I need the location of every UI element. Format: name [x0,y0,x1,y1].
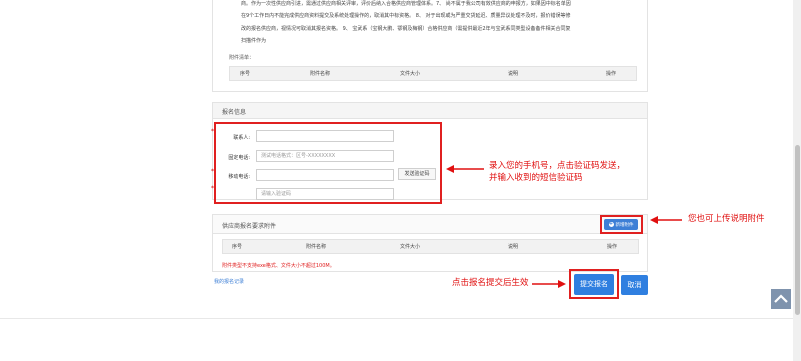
supplier-annotation: 您也可上传说明附件 [688,214,765,224]
submit-annotation: 点击报名提交后生效 [452,278,529,288]
arrow-left-icon [650,216,682,224]
notice-attachment-table-header: 序号 附件名称 文件大小 说明 操作 [229,66,637,81]
add-attachment-label: 新增附件 [615,222,634,228]
registration-annotation-line2: 并输入收到的短信验证码 [489,173,583,183]
registration-annotation-line1: 录入您的手机号，点击验证码发送， [489,161,626,171]
col-index: 序号 [231,244,242,250]
arrow-right-icon [532,280,566,288]
contact-label: 联系人: [233,135,250,141]
scrollbar-thumb[interactable] [795,145,800,315]
send-code-button[interactable]: 发送验证码 [398,168,436,180]
col-name: 附件名称 [309,71,330,77]
col-action: 操作 [606,244,617,250]
col-index: 序号 [239,71,250,77]
verification-code-input[interactable]: 请输入验证码 [256,188,394,200]
col-size: 文件大小 [399,244,420,250]
col-name: 附件名称 [305,244,326,250]
arrow-left-icon [446,165,484,173]
notice-text: 商。作为一次性供应商引进，需通过供应商相关评审，评价后纳入合格供应商管理体系。7… [241,1,571,45]
add-attachment-button[interactable]: + 新增附件 [604,219,638,230]
supplier-attachment-table-header: 序号 附件名称 文件大小 说明 操作 [222,239,639,254]
plus-icon: + [608,221,614,227]
attachment-warning: 附件类型不支持exe格式、文件大小不超过100M。 [222,263,335,269]
back-to-top-button[interactable] [771,289,791,309]
cancel-button[interactable]: 取消 [621,275,648,295]
phone-label: 固定电话: [228,155,250,161]
page-divider [0,318,793,319]
supplier-title-bar: 供应商报名要求附件 [213,215,647,234]
phone-input[interactable]: 测试电话格式：区号-XXXXXXXX [256,150,394,162]
mobile-input[interactable] [256,169,394,181]
my-registration-records-link[interactable]: 我的报名记录 [214,278,244,285]
col-size: 文件大小 [399,71,420,77]
col-desc: 说明 [507,71,518,77]
contact-input[interactable] [256,130,394,142]
mobile-label: 移动电话: [228,174,250,180]
submit-registration-button[interactable]: 提交报名 [574,274,614,295]
supplier-title: 供应商报名要求附件 [222,223,277,230]
col-action: 操作 [605,71,616,77]
attachment-list-label: 附件清单： [229,55,255,61]
required-mark: * [211,185,214,192]
registration-title-bar: 报名信息 [213,103,647,119]
registration-title: 报名信息 [222,109,247,116]
notice-panel: 商。作为一次性供应商引进，需通过供应商相关评审，评价后纳入合格供应商管理体系。7… [212,0,648,92]
registration-annotation: 录入您的手机号，点击验证码发送， 并输入收到的短信验证码 [489,160,625,184]
col-desc: 说明 [507,244,518,250]
chevron-up-icon [774,294,788,303]
